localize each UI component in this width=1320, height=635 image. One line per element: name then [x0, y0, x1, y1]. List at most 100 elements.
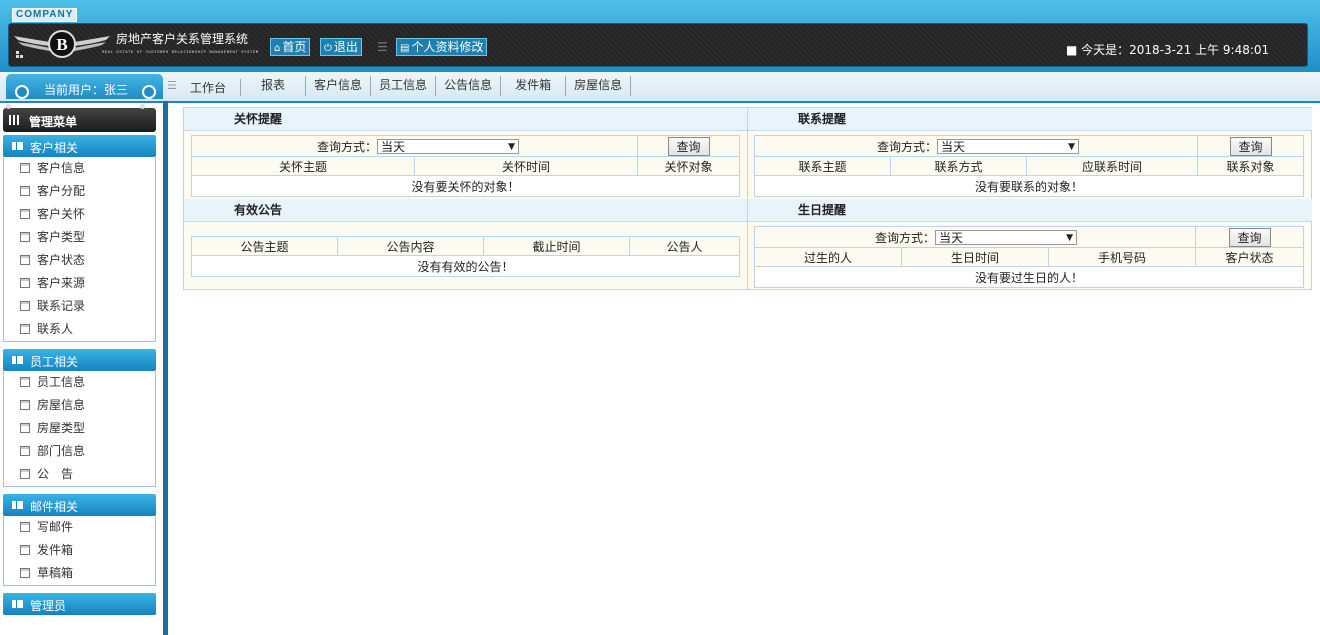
sidebar-group-header-customer[interactable]: 客户相关	[3, 135, 156, 157]
query-button[interactable]: 查询	[667, 136, 710, 156]
page-icon	[20, 377, 30, 387]
nav-item-employee-info[interactable]: 员工信息	[371, 76, 437, 96]
page-icon	[20, 446, 30, 456]
sidebar-item-outbox[interactable]: 发件箱	[4, 539, 155, 562]
grid-icon	[9, 115, 21, 125]
document-icon: ▤	[400, 43, 410, 54]
sidebar-item-label: 房屋信息	[37, 398, 86, 412]
sidebar-item-customer-source[interactable]: 客户来源	[4, 272, 155, 295]
query-mode-select[interactable]: 当天 ▼	[937, 138, 1079, 154]
query-cell: 查询方式： 当天 ▼	[754, 226, 1196, 248]
sidebar-item-customer-status[interactable]: 客户状态	[4, 249, 155, 272]
nav-item-workbench[interactable]: 工作台	[176, 79, 242, 96]
nav-item-notice-info[interactable]: 公告信息	[436, 76, 502, 96]
sidebar-group-body: 写邮件 发件箱 草稿箱	[3, 516, 156, 586]
query-button-cell: 查询	[637, 135, 740, 157]
group-label: 客户相关	[30, 141, 79, 155]
sidebar-item-label: 客户分配	[37, 184, 86, 198]
book-icon	[12, 501, 23, 509]
nav-item-customer-info[interactable]: 客户信息	[306, 76, 372, 96]
page-icon	[20, 232, 30, 242]
sidebar-item-contact-record[interactable]: 联系记录	[4, 295, 155, 318]
sidebar-item-customer-type[interactable]: 客户类型	[4, 226, 155, 249]
sidebar-item-department[interactable]: 部门信息	[4, 440, 155, 463]
sidebar-item-label: 发件箱	[37, 543, 74, 557]
current-date: ■ 今天是：2018-3-21 上午 9:48:01	[1066, 43, 1270, 57]
sidebar-item-label: 客户关怀	[37, 207, 86, 221]
empty-message: 没有要关怀的对象！	[191, 175, 740, 197]
sidebar-group-admin: 管理员	[3, 593, 156, 615]
sidebar-group-body: 员工信息 房屋信息 房屋类型 部门信息 公 告	[3, 371, 156, 487]
sidebar-group-header-mail[interactable]: 邮件相关	[3, 494, 156, 516]
page-icon	[20, 423, 30, 433]
dashboard-panels: 关怀提醒 查询方式： 当天 ▼ 查询 关怀主题 关怀时间 关怀对象 没有要关怀的对…	[183, 107, 1312, 290]
panel-title: 生日提醒	[748, 199, 1312, 222]
nav-item-house-info[interactable]: 房屋信息	[566, 76, 632, 96]
query-button[interactable]: 查询	[1229, 136, 1272, 156]
sidebar-item-house-info[interactable]: 房屋信息	[4, 394, 155, 417]
sidebar-item-customer-care[interactable]: 客户关怀	[4, 203, 155, 226]
company-badge: COMPANY	[12, 8, 78, 22]
valid-notice-panel: 有效公告 公告主题 公告内容 截止时间 公告人 没有有效的公告！	[184, 199, 747, 289]
sidebar-item-house-type[interactable]: 房屋类型	[4, 417, 155, 440]
panel-title: 关怀提醒	[184, 108, 747, 131]
logout-button[interactable]: ⏻ 退出	[320, 38, 362, 56]
query-button[interactable]: 查询	[1228, 227, 1271, 247]
menu-title: 管理菜单	[29, 115, 78, 129]
column-header: 联系对象	[1197, 156, 1304, 176]
top-header: COMPANY B 房地产客户关系管理系统 REAL ESTATE OF CUS…	[0, 0, 1320, 72]
sidebar-item-customer-assign[interactable]: 客户分配	[4, 180, 155, 203]
svg-text:B: B	[56, 35, 67, 54]
query-cell: 查询方式： 当天 ▼	[191, 135, 638, 157]
pin-icon	[6, 104, 11, 109]
column-header: 联系主题	[754, 156, 891, 176]
sidebar-group-header-employee[interactable]: 员工相关	[3, 349, 156, 371]
contact-table: 查询方式： 当天 ▼ 查询 联系主题 联系方式 应联系时间 联系对象 没有要联系的…	[754, 135, 1304, 197]
nav-item-outbox[interactable]: 发件箱	[501, 76, 567, 96]
page-icon	[20, 186, 30, 196]
page-icon	[20, 301, 30, 311]
contact-reminder-panel: 联系提醒 查询方式： 当天 ▼ 查询 联系主题 联系方式 应联系时间 联系对象 没…	[747, 108, 1312, 198]
sidebar-item-employee-info[interactable]: 员工信息	[4, 371, 155, 394]
sidebar-group-mail: 邮件相关 写邮件 发件箱 草稿箱	[3, 494, 156, 586]
query-mode-select[interactable]: 当天 ▼	[377, 138, 519, 154]
column-header: 公告人	[629, 236, 740, 256]
query-mode-select[interactable]: 当天 ▼	[935, 229, 1077, 245]
column-header: 客户状态	[1195, 247, 1304, 267]
sidebar-item-label: 客户信息	[37, 161, 86, 175]
sidebar-item-label: 客户类型	[37, 230, 86, 244]
select-value: 当天	[941, 139, 966, 154]
select-value: 当天	[381, 139, 406, 154]
care-reminder-panel: 关怀提醒 查询方式： 当天 ▼ 查询 关怀主题 关怀时间 关怀对象 没有要关怀的对…	[184, 108, 747, 198]
nav-bar: 当前用户：张三 ☰ 工作台 报表 客户信息 员工信息 公告信息 发件箱 房屋信息	[0, 72, 1320, 103]
sidebar-group-header-admin[interactable]: 管理员	[3, 593, 156, 615]
nav-item-report[interactable]: 报表	[241, 76, 307, 96]
sidebar-divider	[163, 101, 168, 635]
sidebar-item-customer-info[interactable]: 客户信息	[4, 157, 155, 180]
query-button-cell: 查询	[1197, 135, 1304, 157]
current-user-label: 当前用户：张三	[44, 83, 129, 97]
system-subtitle: REAL ESTATE OF CUSTOMER RELATIONSHIP MAN…	[102, 51, 259, 55]
sidebar-item-write-mail[interactable]: 写邮件	[4, 516, 155, 539]
query-label: 查询方式：	[316, 139, 377, 154]
home-button[interactable]: ⌂ 首页	[270, 38, 311, 56]
chevron-down-icon: ▼	[1066, 232, 1073, 243]
sidebar-group-body: 客户信息 客户分配 客户关怀 客户类型 客户状态 客户来源 联系记录 联系人	[3, 157, 156, 342]
page-icon	[20, 522, 30, 532]
page-icon	[20, 545, 30, 555]
query-label: 查询方式：	[876, 139, 937, 154]
sidebar-item-contact-person[interactable]: 联系人	[4, 318, 155, 341]
sidebar-item-label: 员工信息	[37, 375, 86, 389]
page-icon	[20, 255, 30, 265]
sidebar-item-notice[interactable]: 公 告	[4, 463, 155, 486]
column-header: 手机号码	[1048, 247, 1196, 267]
sidebar-item-label: 房屋类型	[37, 421, 86, 435]
book-icon	[12, 356, 23, 364]
sidebar-item-label: 部门信息	[37, 444, 86, 458]
group-label: 管理员	[30, 599, 67, 613]
profile-edit-button[interactable]: ▤ 个人资料修改	[396, 38, 488, 56]
system-title: 房地产客户关系管理系统	[116, 32, 249, 46]
sidebar-item-drafts[interactable]: 草稿箱	[4, 562, 155, 585]
column-header: 关怀主题	[191, 156, 415, 176]
logout-label: 退出	[333, 40, 358, 54]
